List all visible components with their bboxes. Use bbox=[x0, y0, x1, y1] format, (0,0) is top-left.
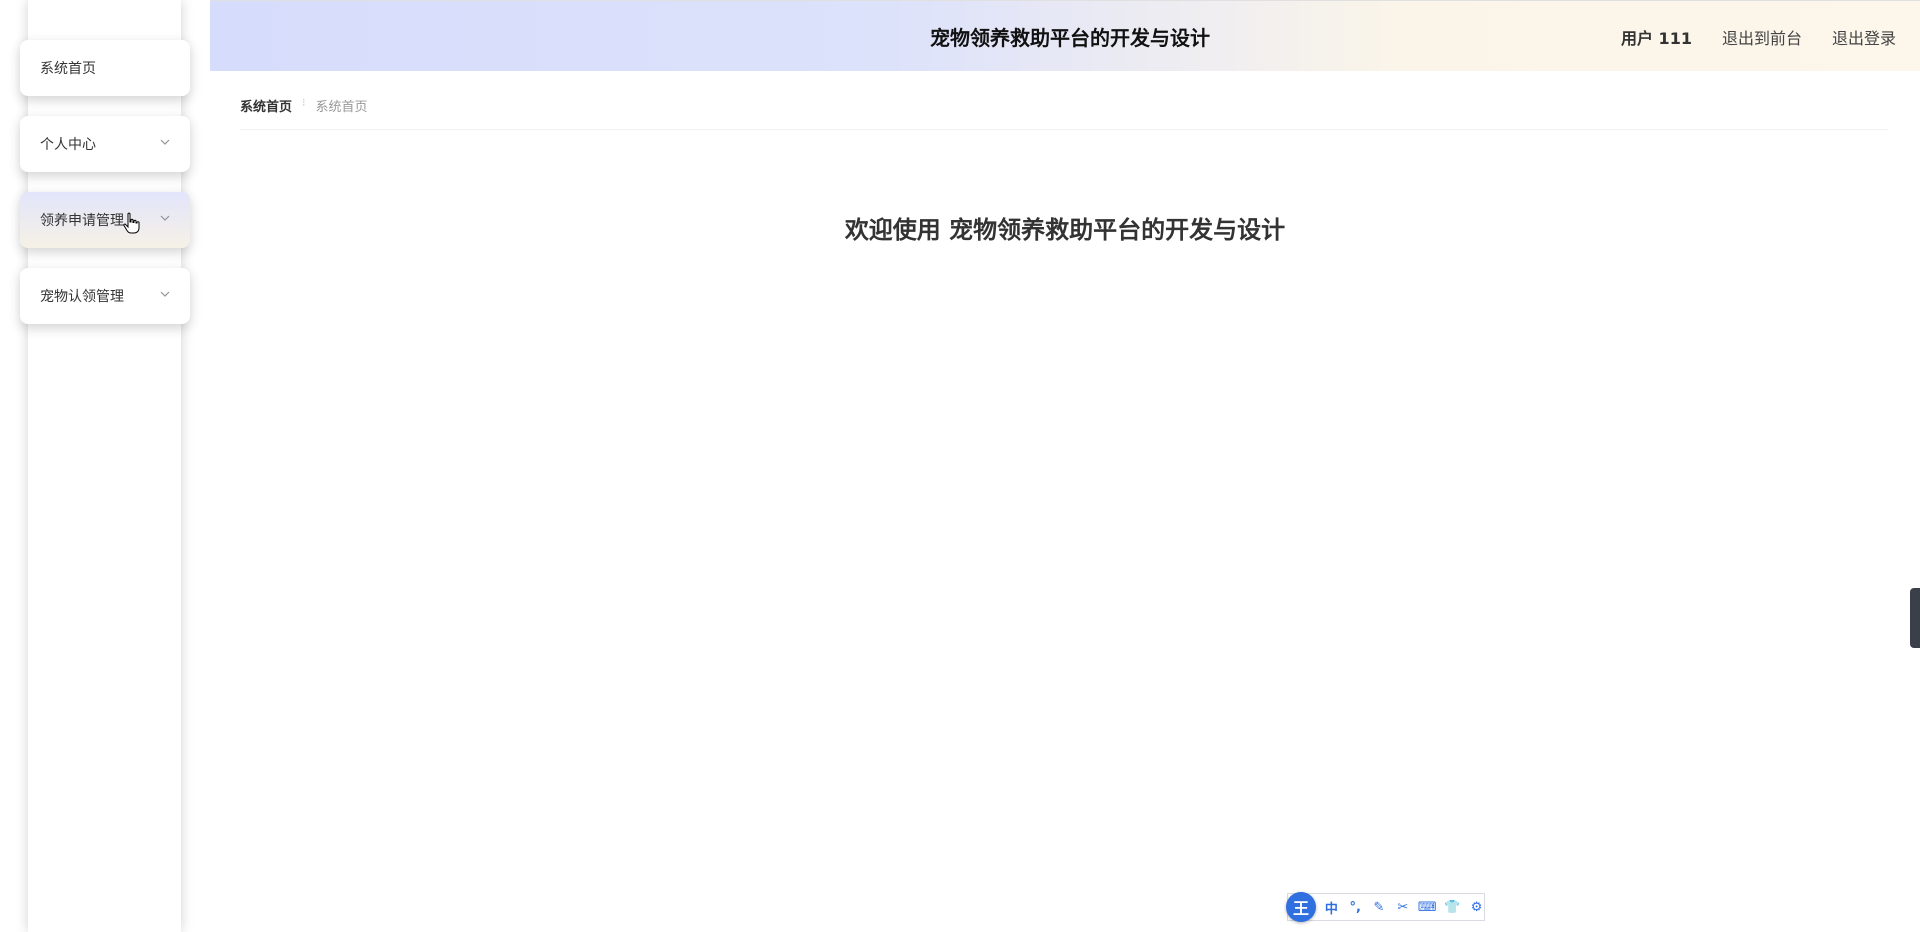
breadcrumb-separator: ⁝ bbox=[302, 96, 306, 109]
chevron-down-icon bbox=[160, 291, 170, 297]
sidebar-item-label: 宠物认领管理 bbox=[40, 289, 124, 305]
sidebar-item-personal-center[interactable]: 个人中心 bbox=[20, 116, 190, 172]
sidebar-item-adoption-application[interactable]: 领养申请管理 bbox=[20, 192, 190, 248]
scissors-icon[interactable]: ✂ bbox=[1395, 899, 1410, 915]
welcome-heading: 欢迎使用 宠物领养救助平台的开发与设计 bbox=[844, 216, 1286, 244]
sidebar-item-home[interactable]: 系统首页 bbox=[20, 40, 190, 96]
ime-toolbar: 中 °, ✎ ✂ ⌨ 👕 ⚙ bbox=[1287, 893, 1485, 921]
chevron-down-icon bbox=[160, 139, 170, 145]
current-user: 用户 111 bbox=[1620, 28, 1692, 48]
edge-panel-handle[interactable] bbox=[1910, 588, 1920, 648]
breadcrumb-home[interactable]: 系统首页 bbox=[240, 96, 292, 115]
ime-punctuation-button[interactable]: °, bbox=[1348, 899, 1363, 915]
keyboard-icon[interactable]: ⌨ bbox=[1418, 899, 1437, 915]
sidebar-item-label: 系统首页 bbox=[40, 61, 96, 77]
logout-link[interactable]: 退出登录 bbox=[1832, 25, 1896, 49]
exit-to-front-link[interactable]: 退出到前台 bbox=[1722, 25, 1802, 49]
header-actions: 用户 111 退出到前台 退出登录 bbox=[1621, 1, 1896, 72]
ime-chinese-mode-button[interactable]: 中 bbox=[1324, 899, 1339, 917]
sidebar: 系统首页 个人中心 领养申请管理 宠物认领管理 bbox=[0, 0, 210, 932]
top-header: 宠物领养救助平台的开发与设计 用户 111 退出到前台 退出登录 bbox=[210, 0, 1920, 71]
ime-logo[interactable]: 王 bbox=[1286, 892, 1316, 922]
hand-cursor-icon bbox=[123, 212, 140, 234]
chevron-down-icon bbox=[160, 215, 170, 221]
sidebar-item-pet-claim[interactable]: 宠物认领管理 bbox=[20, 268, 190, 324]
sidebar-item-label: 领养申请管理 bbox=[40, 213, 124, 229]
shirt-icon[interactable]: 👕 bbox=[1444, 899, 1460, 915]
breadcrumb: 系统首页 ⁝ 系统首页 bbox=[240, 96, 1888, 130]
breadcrumb-current: 系统首页 bbox=[315, 100, 368, 115]
sidebar-item-label: 个人中心 bbox=[40, 137, 96, 153]
pen-icon[interactable]: ✎ bbox=[1372, 899, 1387, 915]
sidebar-menu: 系统首页 个人中心 领养申请管理 宠物认领管理 bbox=[20, 40, 190, 344]
gear-icon[interactable]: ⚙ bbox=[1469, 899, 1484, 915]
